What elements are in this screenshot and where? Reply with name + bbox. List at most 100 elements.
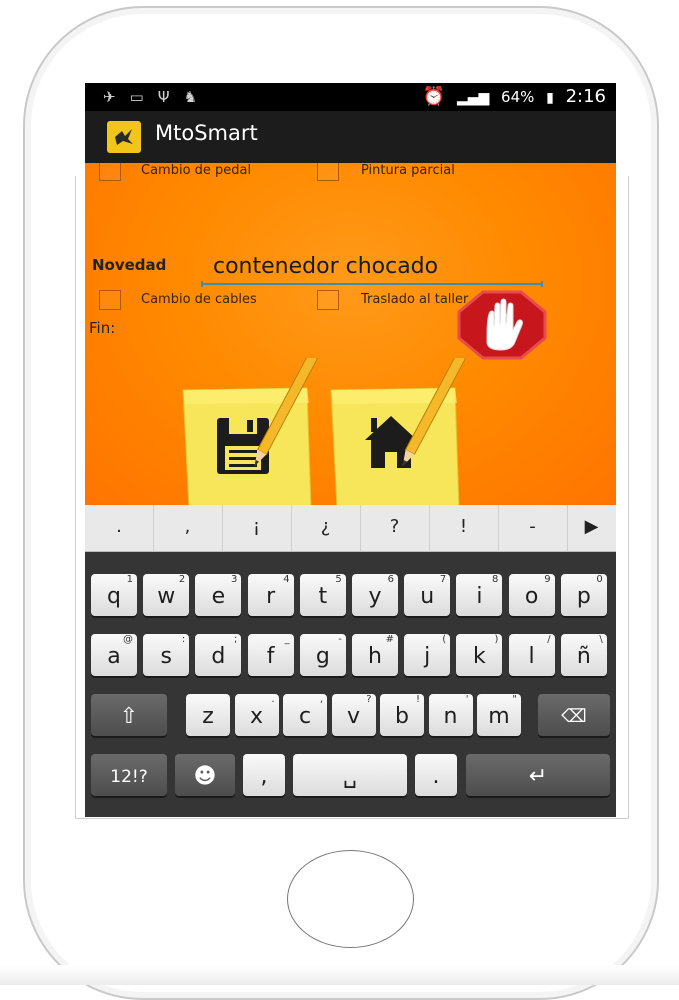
- key-u[interactable]: u7: [404, 574, 451, 616]
- key-alt-label: 6: [387, 574, 394, 585]
- phone-screen: ✈▭Ψ♞ ⏰ ▂▄▆ 64% ▮ 2:16 MtoSmart Cambio de…: [85, 83, 616, 817]
- keyboard-icon: ▭: [129, 88, 158, 106]
- key-q[interactable]: q1: [91, 574, 137, 616]
- key-alt-label: ): [494, 634, 499, 645]
- key-m[interactable]: m ": [477, 694, 521, 736]
- key-y[interactable]: y6: [352, 574, 398, 616]
- clock: 2:16: [565, 86, 606, 107]
- period-key[interactable]: .: [415, 754, 457, 796]
- suggestion-key[interactable]: !: [429, 505, 499, 551]
- key-c[interactable]: c,: [283, 694, 327, 736]
- key-s[interactable]: s:: [143, 634, 190, 676]
- key-d[interactable]: d;: [195, 634, 242, 676]
- save-button[interactable]: [179, 358, 319, 505]
- checkbox-label: Traslado al taller: [361, 292, 469, 307]
- suggestion-bar: . , ¡ ¿ ? ! - ▶: [85, 505, 616, 552]
- checkbox-cambio-de-pedal[interactable]: [99, 163, 121, 181]
- key-alt-label: ': [465, 694, 469, 705]
- key-r[interactable]: r4: [247, 574, 294, 616]
- suggestion-key[interactable]: ,: [153, 505, 223, 551]
- checkbox-pintura-parcial[interactable]: [317, 163, 339, 181]
- alarm-icon: ⏰: [422, 86, 446, 107]
- key-alt-label: ": [512, 694, 517, 705]
- stop-hand-icon[interactable]: [457, 290, 547, 360]
- fin-label: Fin:: [89, 319, 116, 337]
- key-label: x: [249, 704, 264, 729]
- key-j[interactable]: j(: [404, 634, 451, 676]
- suggestion-key[interactable]: ¡: [222, 505, 292, 551]
- bird-logo-icon[interactable]: [107, 121, 141, 153]
- key-label: c: [298, 704, 312, 729]
- suggestion-key[interactable]: ?: [360, 505, 430, 551]
- key-b[interactable]: b!: [380, 694, 424, 736]
- key-l[interactable]: l /: [508, 634, 555, 676]
- key-label: o: [524, 584, 539, 609]
- key-label: k: [473, 644, 486, 669]
- key-alt-label: _: [284, 634, 290, 645]
- key-x[interactable]: x.: [234, 694, 279, 736]
- key-n[interactable]: n ': [428, 694, 473, 736]
- checkbox-label: Pintura parcial: [361, 163, 455, 178]
- checkbox-cambio-de-cables[interactable]: [99, 290, 121, 310]
- signal-icon: ▂▄▆: [457, 90, 490, 106]
- key-o[interactable]: o9: [508, 574, 555, 616]
- key-v[interactable]: v?: [331, 694, 376, 736]
- shift-key[interactable]: ⇧: [91, 694, 167, 736]
- key-alt-label: 2: [178, 574, 186, 585]
- home-button[interactable]: [327, 358, 467, 505]
- key-alt-label: ;: [234, 634, 238, 645]
- key-alt-label: /: [547, 634, 551, 645]
- emoji-key[interactable]: ☻: [175, 754, 235, 796]
- suggestion-key[interactable]: .: [85, 505, 154, 551]
- key-i[interactable]: i8: [456, 574, 503, 616]
- system-icons: ⏰ ▂▄▆ 64% ▮ 2:16: [417, 86, 606, 107]
- key-ñ[interactable]: ñ \: [560, 634, 607, 676]
- key-label: n: [443, 704, 458, 729]
- key-alt-label: 8: [492, 574, 499, 585]
- key-label: z: [202, 704, 214, 729]
- key-label: a: [107, 644, 121, 669]
- notification-icons: ✈▭Ψ♞: [103, 88, 211, 106]
- enter-key[interactable]: ↵: [466, 754, 610, 796]
- usb-icon: Ψ: [157, 88, 184, 106]
- key-t[interactable]: t5: [299, 574, 346, 616]
- key-g[interactable]: g-: [299, 634, 346, 676]
- key-label: u: [420, 584, 435, 609]
- key-f[interactable]: f _: [247, 634, 294, 676]
- key-p[interactable]: p0: [560, 574, 607, 616]
- key-alt-label: !: [415, 694, 420, 705]
- input-tick-left: [201, 281, 203, 287]
- key-alt-label: #: [385, 634, 394, 645]
- checkbox-label: Cambio de cables: [141, 292, 257, 307]
- form-area: Cambio de pedal Pintura parcial Cambio d…: [85, 163, 616, 505]
- comma-key[interactable]: ,: [243, 754, 285, 796]
- suggestion-key[interactable]: -: [498, 505, 568, 551]
- key-alt-label: 1: [126, 574, 133, 585]
- key-label: l: [528, 644, 535, 669]
- phone-home-button[interactable]: [287, 850, 414, 948]
- key-a[interactable]: a @: [91, 634, 137, 676]
- key-label: d: [211, 644, 226, 669]
- key-alt-label: 5: [335, 574, 342, 585]
- key-k[interactable]: k): [456, 634, 503, 676]
- novedad-input[interactable]: [201, 249, 543, 285]
- checkbox-traslado-al-taller[interactable]: [317, 290, 339, 310]
- key-label: g: [315, 644, 330, 669]
- more-suggestions-arrow[interactable]: ▶: [567, 505, 616, 551]
- key-e[interactable]: e3: [195, 574, 242, 616]
- key-h[interactable]: h #: [352, 634, 398, 676]
- suggestion-key[interactable]: ¿: [291, 505, 361, 551]
- symbols-key[interactable]: 12!?: [91, 754, 167, 796]
- key-label: s: [160, 644, 172, 669]
- key-label: r: [266, 584, 276, 609]
- key-alt-label: @: [123, 634, 133, 645]
- space-key[interactable]: ␣: [293, 754, 407, 796]
- backspace-key[interactable]: ⌫: [538, 694, 610, 736]
- key-label: h: [368, 644, 382, 669]
- key-alt-label: (: [442, 634, 447, 645]
- battery-percent: 64%: [501, 88, 535, 106]
- key-alt-label: .: [271, 694, 275, 705]
- key-z[interactable]: z: [186, 694, 230, 736]
- key-w[interactable]: w2: [143, 574, 190, 616]
- key-label: ñ: [576, 644, 591, 669]
